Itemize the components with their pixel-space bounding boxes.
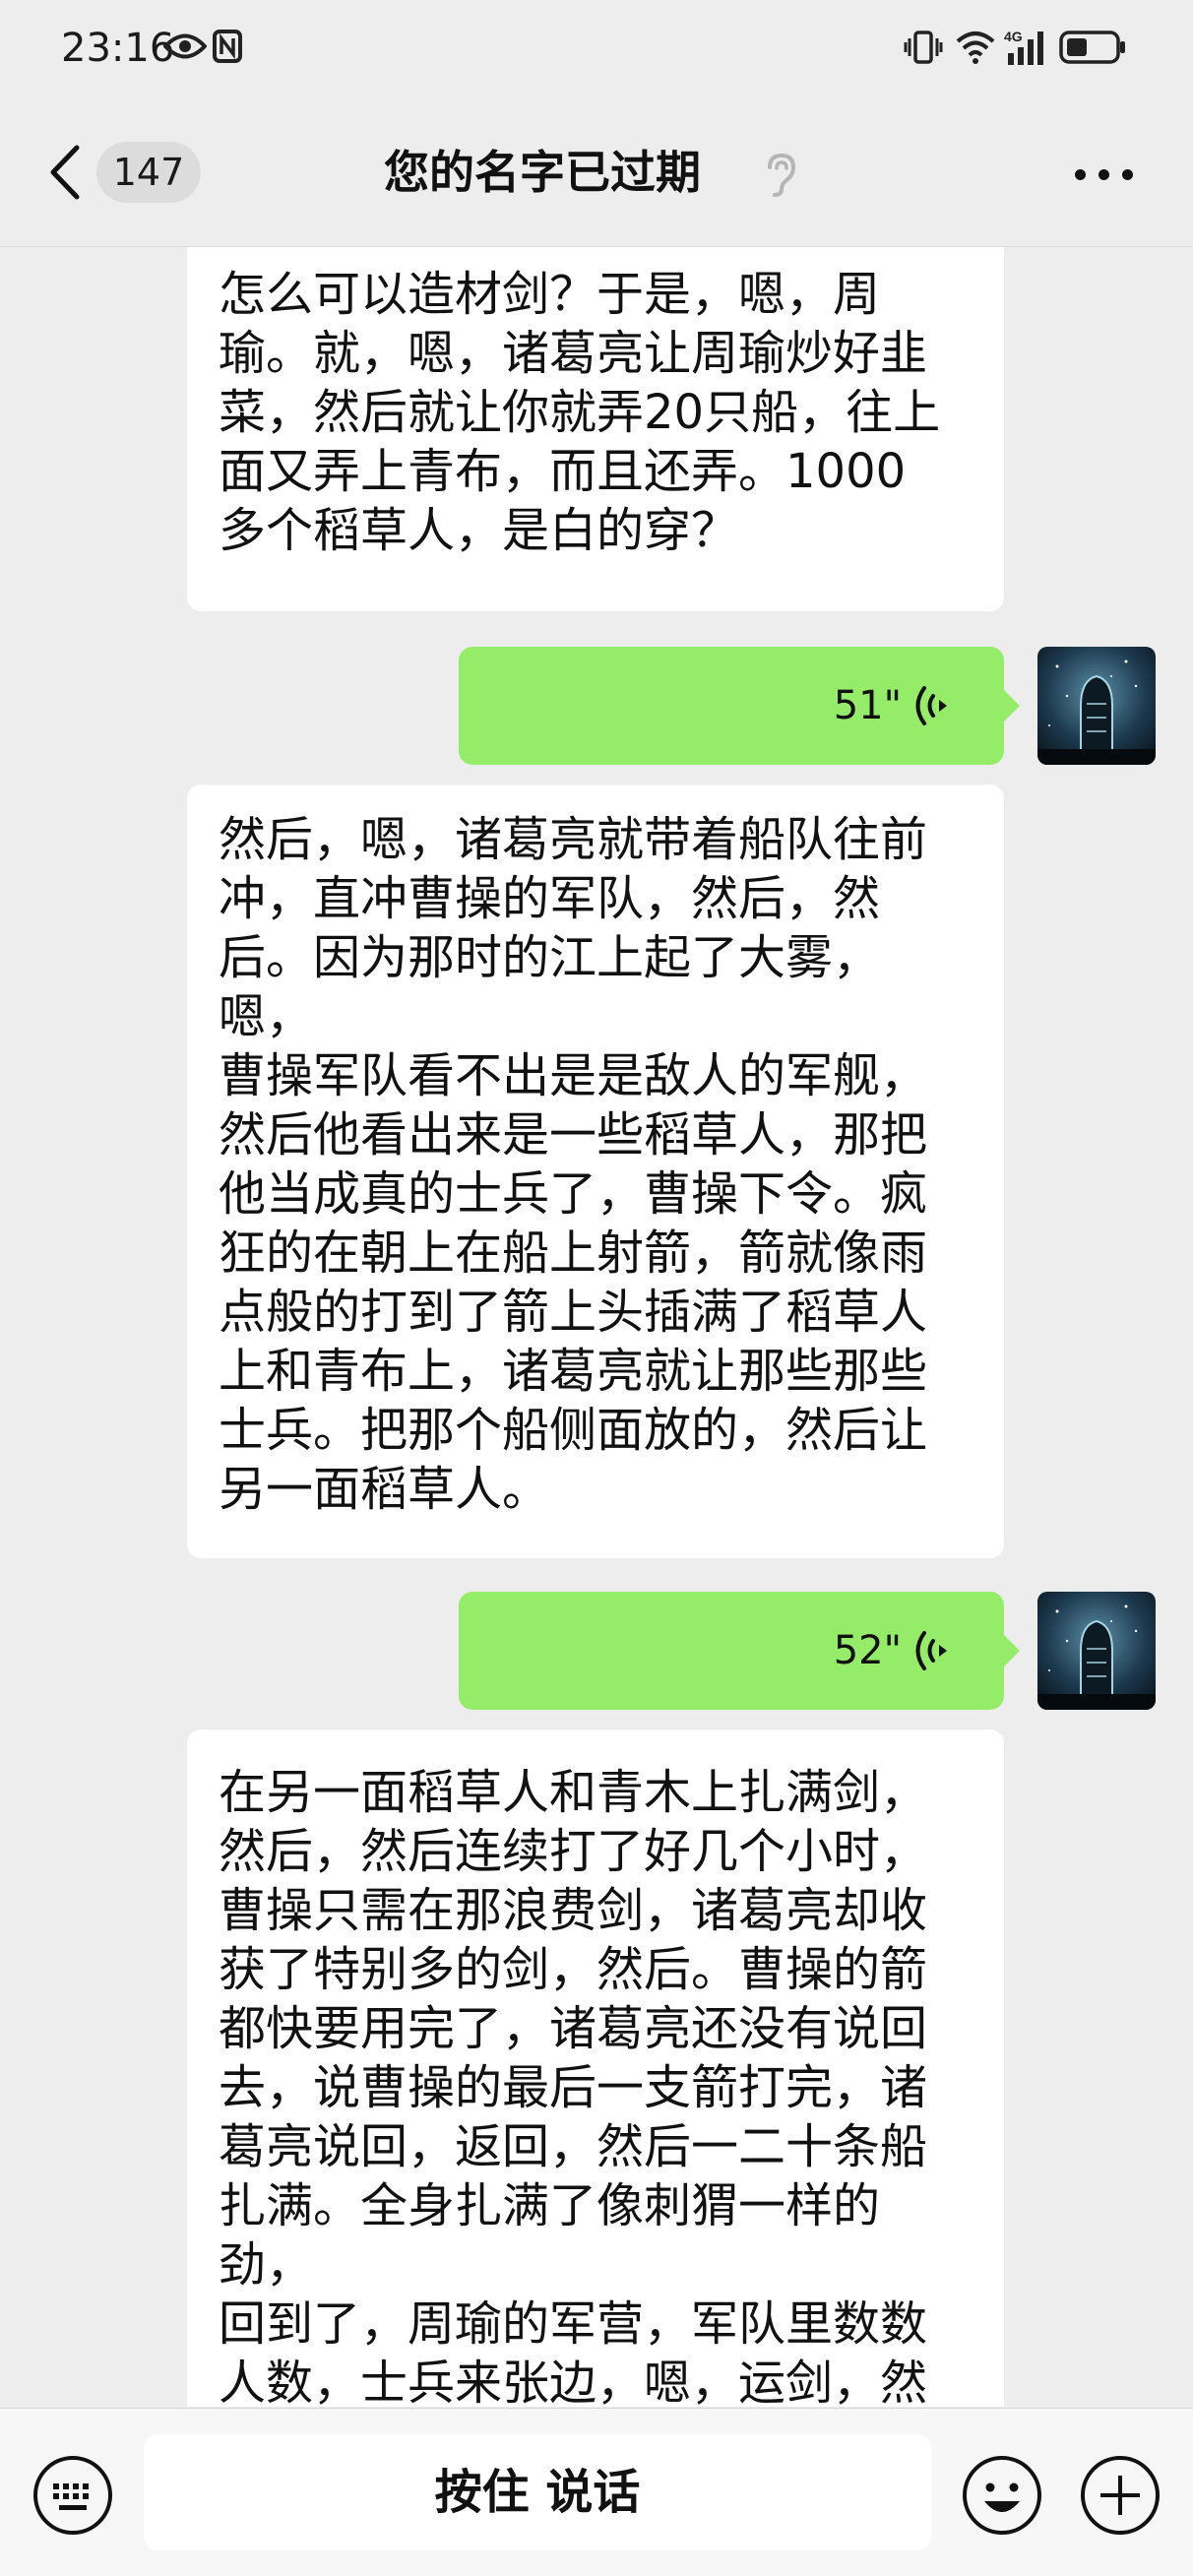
voice-wave-icon — [915, 686, 947, 725]
signal-4g-icon: 4G — [1004, 29, 1043, 65]
status-time: 23:16 — [61, 26, 175, 71]
ear-icon — [768, 153, 796, 197]
chat-title: 您的名字已过期 — [384, 146, 701, 199]
chat-header: 147 您的名字已过期 — [0, 98, 1193, 247]
wifi-icon — [956, 31, 995, 64]
avatar-image — [1037, 1592, 1156, 1710]
message-text: 然后，嗯，诸葛亮就带着船队往前 冲，直冲曹操的军队，然后，然 后。因为那时的江上… — [219, 812, 928, 1517]
unread-count-badge[interactable]: 147 — [96, 142, 201, 203]
hold-to-talk-button[interactable]: 按住 说话 — [144, 2434, 931, 2550]
input-bar: 按住 说话 — [0, 2408, 1193, 2576]
outgoing-voice-message[interactable]: 51" — [459, 647, 1020, 765]
incoming-text-message[interactable]: 在另一面稻草人和青木上扎满剑， 然后，然后连续打了好几个小时， 曹操只需在那浪费… — [187, 1729, 1004, 2407]
nfc-icon — [213, 30, 242, 63]
message-text: 怎么可以造材剑？于是，嗯，周 瑜。就，嗯，诸葛亮让周瑜炒好韭 菜，然后就让你就弄… — [219, 267, 941, 558]
more-options-icon[interactable] — [1075, 169, 1134, 183]
message-text: 在另一面稻草人和青木上扎满剑， 然后，然后连续打了好几个小时， 曹操只需在那浪费… — [219, 1765, 928, 2407]
battery-icon — [1059, 31, 1125, 64]
incoming-text-message[interactable]: 然后，嗯，诸葛亮就带着船队往前 冲，直冲曹操的军队，然后，然 后。因为那时的江上… — [187, 785, 1004, 1558]
eye-icon — [163, 33, 207, 59]
avatar-image — [1037, 647, 1156, 765]
status-bar: 23:16 4G — [0, 0, 1193, 98]
incoming-text-message[interactable]: 怎么可以造材剑？于是，嗯，周 瑜。就，嗯，诸葛亮让周瑜炒好韭 菜，然后就让你就弄… — [187, 247, 1004, 611]
keyboard-icon[interactable] — [31, 2454, 114, 2537]
emoji-icon[interactable] — [961, 2454, 1043, 2537]
chat-messages[interactable]: 怎么可以造材剑？于是，嗯，周 瑜。就，嗯，诸葛亮让周瑜炒好韭 菜，然后就让你就弄… — [0, 247, 1193, 2407]
voice-duration: 52" — [833, 1628, 902, 1673]
voice-wave-icon — [915, 1631, 947, 1670]
my-avatar[interactable] — [1037, 647, 1156, 765]
plus-icon[interactable] — [1079, 2454, 1162, 2537]
my-avatar[interactable] — [1037, 1592, 1156, 1710]
voice-duration: 51" — [833, 683, 902, 728]
back-arrow-icon[interactable] — [43, 142, 93, 203]
svg-text:4G: 4G — [1004, 29, 1023, 44]
vibrate-icon — [904, 31, 943, 64]
outgoing-voice-message[interactable]: 52" — [459, 1592, 1020, 1710]
